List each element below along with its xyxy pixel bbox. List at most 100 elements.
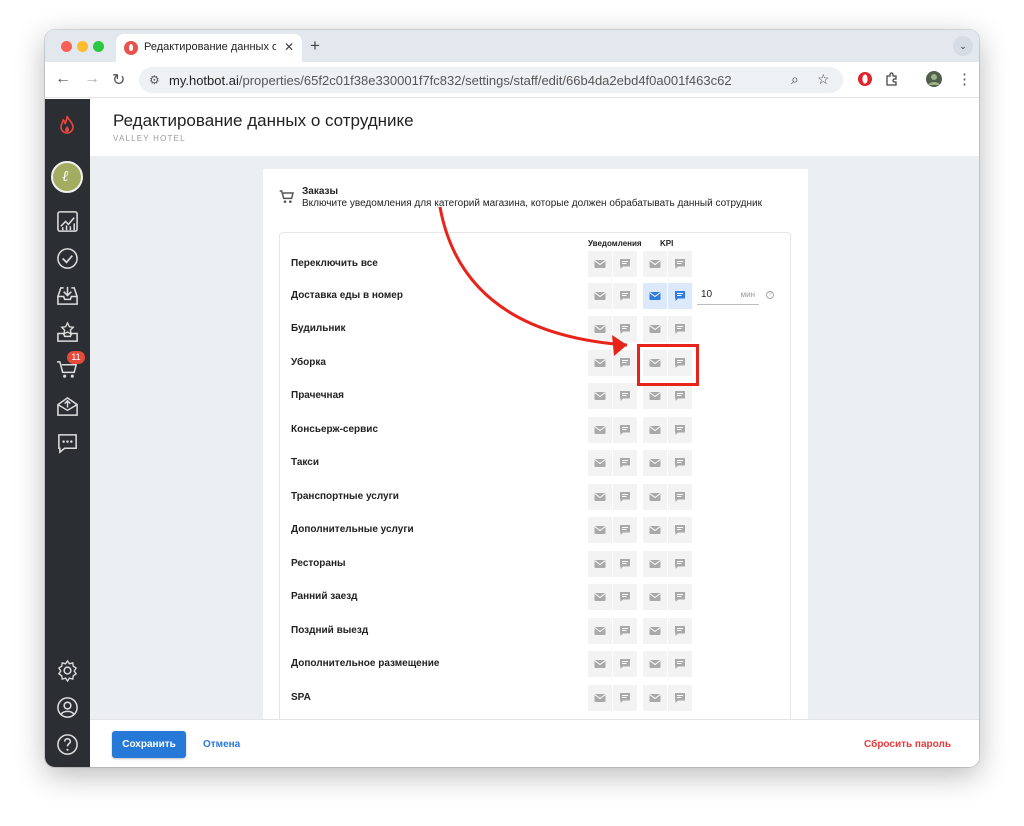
kpi-time-input[interactable]: 10 мин [697,285,759,305]
url-host: my.hotbot.ai [169,73,239,88]
notify-message-toggle[interactable] [613,551,637,577]
kpi-message-toggle[interactable] [668,316,692,342]
kpi-message-toggle[interactable] [668,251,692,277]
notify-email-toggle[interactable] [588,350,612,376]
notify-message-toggle[interactable] [613,685,637,711]
row-label: Будильник [291,323,346,334]
close-window-button[interactable] [61,41,72,52]
notify-email-toggle[interactable] [588,618,612,644]
notify-email-toggle[interactable] [588,316,612,342]
avatar-monogram-icon: ℓ [62,167,69,185]
hotbot-logo-icon[interactable] [59,115,75,140]
notify-message-toggle[interactable] [613,251,637,277]
hotel-avatar[interactable]: ℓ [51,161,83,193]
profile-user-icon[interactable] [56,696,79,719]
kpi-message-toggle[interactable] [668,685,692,711]
save-button[interactable]: Сохранить [112,731,186,758]
kpi-message-toggle[interactable] [668,450,692,476]
kpi-email-toggle[interactable] [643,551,667,577]
notify-email-toggle[interactable] [588,484,612,510]
kpi-email-toggle[interactable] [643,584,667,610]
minimize-window-button[interactable] [77,41,88,52]
notify-message-toggle[interactable] [613,383,637,409]
notify-email-toggle[interactable] [588,685,612,711]
kpi-email-toggle[interactable] [643,251,667,277]
help-question-icon[interactable] [56,733,79,756]
kpi-message-toggle[interactable] [668,484,692,510]
extensions-puzzle-icon[interactable] [884,71,900,92]
notify-message-toggle[interactable] [613,584,637,610]
table-row: Рестораны [280,551,790,577]
kpi-email-toggle[interactable] [643,484,667,510]
notify-email-toggle[interactable] [588,383,612,409]
notify-message-toggle[interactable] [613,484,637,510]
table-row: Ранний заезд [280,584,790,610]
kpi-email-toggle[interactable] [643,283,667,309]
settings-gear-icon[interactable] [56,659,79,682]
kpi-email-toggle[interactable] [643,685,667,711]
kpi-email-toggle[interactable] [643,618,667,644]
orders-settings-card: Заказы Включите уведомления для категори… [263,169,808,721]
tab-search-button[interactable]: ⌄ [953,36,973,56]
kpi-message-toggle[interactable] [668,383,692,409]
notify-message-toggle[interactable] [613,417,637,443]
kpi-email-toggle[interactable] [643,417,667,443]
notify-message-toggle[interactable] [613,283,637,309]
browser-tab[interactable]: Редактирование данных о сотруднике ✕ [116,34,302,62]
table-row: Доставка еды в номер 10 мин? [280,283,790,309]
cancel-button[interactable]: Отмена [203,739,240,750]
url-text[interactable]: my.hotbot.ai/properties/65f2c01f38e33000… [169,73,732,88]
site-info-icon[interactable]: ⚙ [149,73,160,87]
kpi-email-toggle[interactable] [643,450,667,476]
inbox-download-icon[interactable] [56,284,79,307]
tasks-check-icon[interactable] [56,247,79,270]
notify-email-toggle[interactable] [588,584,612,610]
forward-button[interactable]: → [84,70,100,88]
zoom-icon[interactable]: ⌕ [791,71,799,88]
notify-message-toggle[interactable] [613,618,637,644]
notify-email-toggle[interactable] [588,283,612,309]
notify-email-toggle[interactable] [588,251,612,277]
notify-message-toggle[interactable] [613,450,637,476]
notify-message-toggle[interactable] [613,651,637,677]
bookmark-star-icon[interactable]: ☆ [817,71,830,88]
back-button[interactable]: ← [55,70,71,88]
reset-password-button[interactable]: Сбросить пароль [864,739,951,750]
notify-email-toggle[interactable] [588,651,612,677]
notify-message-toggle[interactable] [613,316,637,342]
notify-message-toggle[interactable] [613,517,637,543]
analytics-chart-icon[interactable] [56,210,79,233]
opera-extension-icon[interactable] [857,71,873,92]
chat-bubble-icon[interactable] [56,432,79,455]
notify-email-toggle[interactable] [588,450,612,476]
reviews-star-icon[interactable] [56,321,79,344]
new-tab-button[interactable]: + [310,36,320,56]
kpi-info-icon[interactable]: ? [766,291,774,299]
kpi-message-toggle[interactable] [668,551,692,577]
zoom-window-button[interactable] [93,41,104,52]
row-label: Прачечная [291,390,344,401]
kpi-email-toggle[interactable] [643,517,667,543]
reload-button[interactable]: ↻ [112,70,125,90]
row-label: Транспортные услуги [291,491,399,502]
notify-email-toggle[interactable] [588,417,612,443]
notify-email-toggle[interactable] [588,517,612,543]
mailing-envelope-icon[interactable] [56,395,79,418]
kpi-email-toggle[interactable] [643,316,667,342]
kpi-message-toggle[interactable] [668,517,692,543]
browser-menu-icon[interactable]: ⋮ [957,70,972,88]
kpi-message-toggle[interactable] [668,584,692,610]
section-title: Заказы [302,186,339,197]
profile-avatar[interactable] [926,71,942,92]
notify-message-toggle[interactable] [613,350,637,376]
kpi-message-toggle[interactable] [668,618,692,644]
kpi-email-toggle[interactable] [643,383,667,409]
notify-email-toggle[interactable] [588,551,612,577]
kpi-message-toggle[interactable] [668,283,692,309]
kpi-email-toggle[interactable] [643,651,667,677]
close-tab-icon[interactable]: ✕ [284,40,294,54]
kpi-message-toggle[interactable] [668,417,692,443]
table-row: Транспортные услуги [280,484,790,510]
kpi-message-toggle[interactable] [668,651,692,677]
address-bar[interactable]: ⚙ my.hotbot.ai/properties/65f2c01f38e330… [139,67,843,93]
